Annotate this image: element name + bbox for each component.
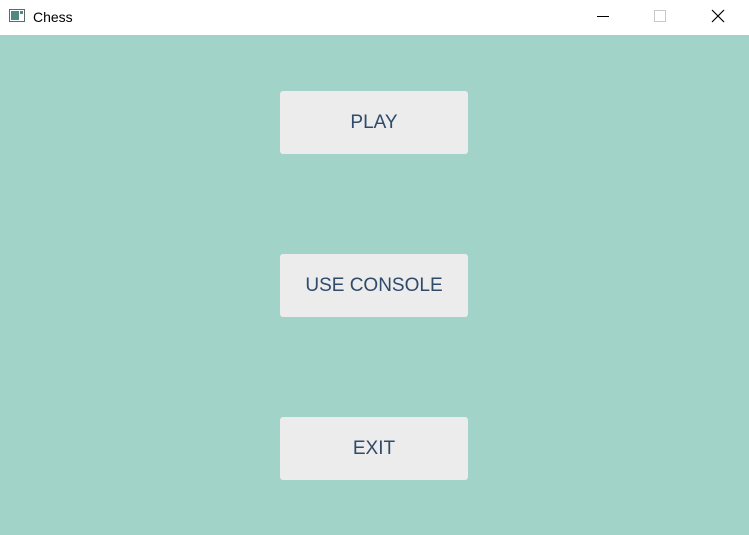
app-window: Chess PLAY USE CONSOLE EXIT xyxy=(0,0,749,535)
maximize-icon xyxy=(654,10,666,22)
close-icon xyxy=(711,9,725,23)
minimize-button[interactable] xyxy=(580,0,626,33)
main-menu: PLAY USE CONSOLE EXIT xyxy=(0,35,749,535)
title-bar[interactable]: Chess xyxy=(0,0,749,35)
maximize-button[interactable] xyxy=(637,0,683,33)
play-button[interactable]: PLAY xyxy=(280,91,468,154)
minimize-icon xyxy=(597,16,609,17)
close-button[interactable] xyxy=(695,0,741,33)
chess-app-icon xyxy=(9,9,25,22)
window-title: Chess xyxy=(33,9,73,25)
use-console-button[interactable]: USE CONSOLE xyxy=(280,254,468,317)
exit-button[interactable]: EXIT xyxy=(280,417,468,480)
